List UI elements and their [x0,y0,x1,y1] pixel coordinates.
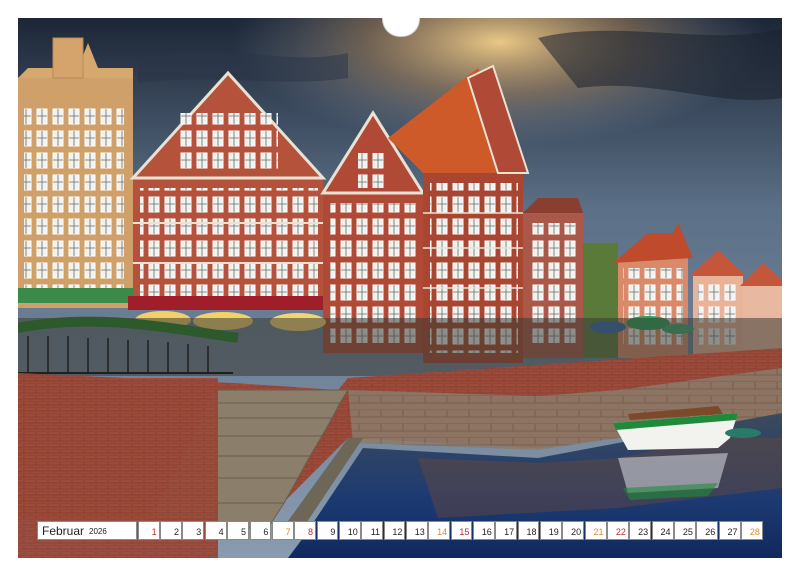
day-cell: 19 [539,521,562,540]
day-cell: 20 [562,521,585,540]
day-number: 22 [615,527,626,537]
day-cell: 21 [584,521,607,540]
day-cell: 22 [607,521,629,540]
day-cell: 5 [227,521,249,540]
day-number: 15 [459,527,470,537]
day-cell: 6 [249,521,272,540]
day-number: 19 [548,527,559,537]
day-number: 27 [727,527,738,537]
day-number: 11 [370,527,381,537]
day-cell: 7 [271,521,294,540]
day-number: 7 [285,527,291,537]
day-number: 16 [481,527,492,537]
day-number: 6 [263,527,269,537]
day-cell: 12 [383,521,406,540]
day-number: 9 [330,527,336,537]
year-label: 2026 [89,527,107,536]
day-number: 10 [347,527,358,537]
day-cell: 2 [160,521,182,540]
day-cell: 28 [741,521,763,540]
day-cell: 1 [137,521,160,540]
day-number: 5 [240,527,246,537]
calendar-strip: Februar 2026 1 2 3 4 5 6 7 8 9 10 11 12 13 14 15 16 17 18… [37,521,763,540]
old-town-harbor-image [18,18,782,558]
day-number: 4 [218,527,224,537]
day-cell: 25 [674,521,696,540]
day-cell: 9 [316,521,339,540]
month-label-box: Februar 2026 [37,521,138,540]
day-cell: 4 [204,521,227,540]
harbor-photo [18,18,782,558]
day-number: 23 [638,527,649,537]
day-cell: 10 [338,521,361,540]
day-cell: 11 [361,521,384,540]
day-number: 8 [308,527,314,537]
day-cell: 3 [182,521,205,540]
day-number: 13 [414,527,425,537]
month-name: Februar [42,523,85,538]
day-cell: 16 [472,521,495,540]
day-cell: 18 [517,521,540,540]
day-number: 12 [392,527,403,537]
day-cell: 17 [495,521,518,540]
day-cell: 15 [450,521,473,540]
day-cell: 23 [629,521,652,540]
day-number: 28 [749,527,760,537]
day-number: 20 [571,527,582,537]
day-number: 17 [504,527,515,537]
day-number: 26 [705,527,716,537]
day-number: 21 [593,527,604,537]
day-number: 24 [660,527,671,537]
day-number: 25 [682,527,693,537]
day-cell: 8 [294,521,317,540]
day-number: 1 [151,527,157,537]
day-cell: 13 [405,521,428,540]
day-number: 18 [526,527,537,537]
day-cell: 14 [428,521,451,540]
day-number: 14 [437,527,448,537]
day-cell: 27 [718,521,741,540]
day-cell: 24 [651,521,674,540]
day-number: 3 [196,527,202,537]
day-number: 2 [173,527,179,537]
day-cell: 26 [696,521,719,540]
